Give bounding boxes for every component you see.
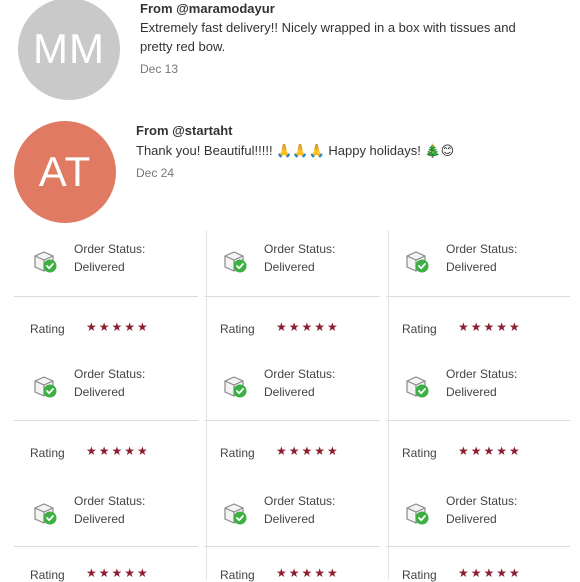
rating-label: Rating <box>402 322 437 336</box>
rating-label: Rating <box>220 322 255 336</box>
order-status-value: Delivered <box>264 260 315 274</box>
order-status-value: Delivered <box>264 385 315 399</box>
order-status-label: Order Status: <box>74 494 146 508</box>
avatar[interactable]: AT <box>14 121 116 223</box>
column-divider <box>388 230 389 420</box>
avatar-initials: AT <box>38 148 92 195</box>
rating-stars: ★★★★★ <box>86 444 150 458</box>
order-status-label: Order Status: <box>74 367 146 381</box>
review-author[interactable]: From @startaht <box>136 123 232 138</box>
rating-stars: ★★★★★ <box>86 320 150 334</box>
rating-label: Rating <box>30 446 65 460</box>
column-divider <box>206 230 207 420</box>
order-status-text: Order Status: Delivered <box>264 365 384 401</box>
order-status-value: Delivered <box>74 260 125 274</box>
order-status-text: Order Status: Delivered <box>446 240 566 276</box>
box-check-icon <box>404 373 430 399</box>
review-author[interactable]: From @maramodayur <box>140 1 275 16</box>
rating-label: Rating <box>30 322 65 336</box>
rating-stars: ★★★★★ <box>86 566 150 580</box>
box-check-icon <box>222 500 248 526</box>
column-divider <box>206 420 207 580</box>
rating-stars: ★★★★★ <box>458 444 522 458</box>
order-status-value: Delivered <box>446 512 497 526</box>
box-check-icon <box>32 373 58 399</box>
divider <box>14 420 198 421</box>
rating-label: Rating <box>220 446 255 460</box>
order-status-text: Order Status: Delivered <box>446 365 566 401</box>
box-check-icon <box>404 500 430 526</box>
order-status-value: Delivered <box>264 512 315 526</box>
order-status-label: Order Status: <box>74 242 146 256</box>
order-status-text: Order Status: Delivered <box>446 492 566 528</box>
box-check-icon <box>222 373 248 399</box>
order-status-value: Delivered <box>74 385 125 399</box>
order-status-grid: Order Status: Delivered Rating ★★★★★ Order S… <box>0 230 580 582</box>
divider <box>204 420 380 421</box>
rating-stars: ★★★★★ <box>276 444 340 458</box>
review-message-line: pretty red bow. <box>140 39 226 54</box>
divider <box>14 546 198 547</box>
review-date: Dec 24 <box>136 166 175 180</box>
divider <box>386 296 570 297</box>
rating-stars: ★★★★★ <box>458 320 522 334</box>
order-status-label: Order Status: <box>264 367 336 381</box>
rating-stars: ★★★★★ <box>276 566 340 580</box>
order-status-text: Order Status: Delivered <box>74 240 194 276</box>
order-status-text: Order Status: Delivered <box>74 492 194 528</box>
divider <box>386 420 570 421</box>
divider <box>386 546 570 547</box>
order-status-value: Delivered <box>446 385 497 399</box>
order-status-value: Delivered <box>446 260 497 274</box>
order-status-text: Order Status: Delivered <box>74 365 194 401</box>
order-status-label: Order Status: <box>446 367 518 381</box>
review-message-line: Extremely fast delivery!! Nicely wrapped… <box>140 20 516 35</box>
order-status-label: Order Status: <box>264 242 336 256</box>
avatar[interactable]: MM <box>18 0 120 100</box>
divider <box>204 546 380 547</box>
divider <box>14 296 198 297</box>
order-status-label: Order Status: <box>446 242 518 256</box>
avatar-initials: MM <box>33 25 105 72</box>
box-check-icon <box>32 500 58 526</box>
review-date: Dec 13 <box>140 62 179 76</box>
column-divider <box>388 420 389 580</box>
box-check-icon <box>32 248 58 274</box>
rating-stars: ★★★★★ <box>458 566 522 580</box>
rating-stars: ★★★★★ <box>276 320 340 334</box>
order-status-label: Order Status: <box>264 494 336 508</box>
divider <box>204 296 380 297</box>
order-status-text: Order Status: Delivered <box>264 492 384 528</box>
order-status-text: Order Status: Delivered <box>264 240 384 276</box>
review-message: Extremely fast delivery!! Nicely wrapped… <box>140 18 516 56</box>
order-status-value: Delivered <box>74 512 125 526</box>
rating-label: Rating <box>402 446 437 460</box>
order-status-label: Order Status: <box>446 494 518 508</box>
box-check-icon <box>404 248 430 274</box>
review-message: Thank you! Beautiful!!!!! 🙏🙏🙏 Happy holi… <box>136 143 455 158</box>
box-check-icon <box>222 248 248 274</box>
